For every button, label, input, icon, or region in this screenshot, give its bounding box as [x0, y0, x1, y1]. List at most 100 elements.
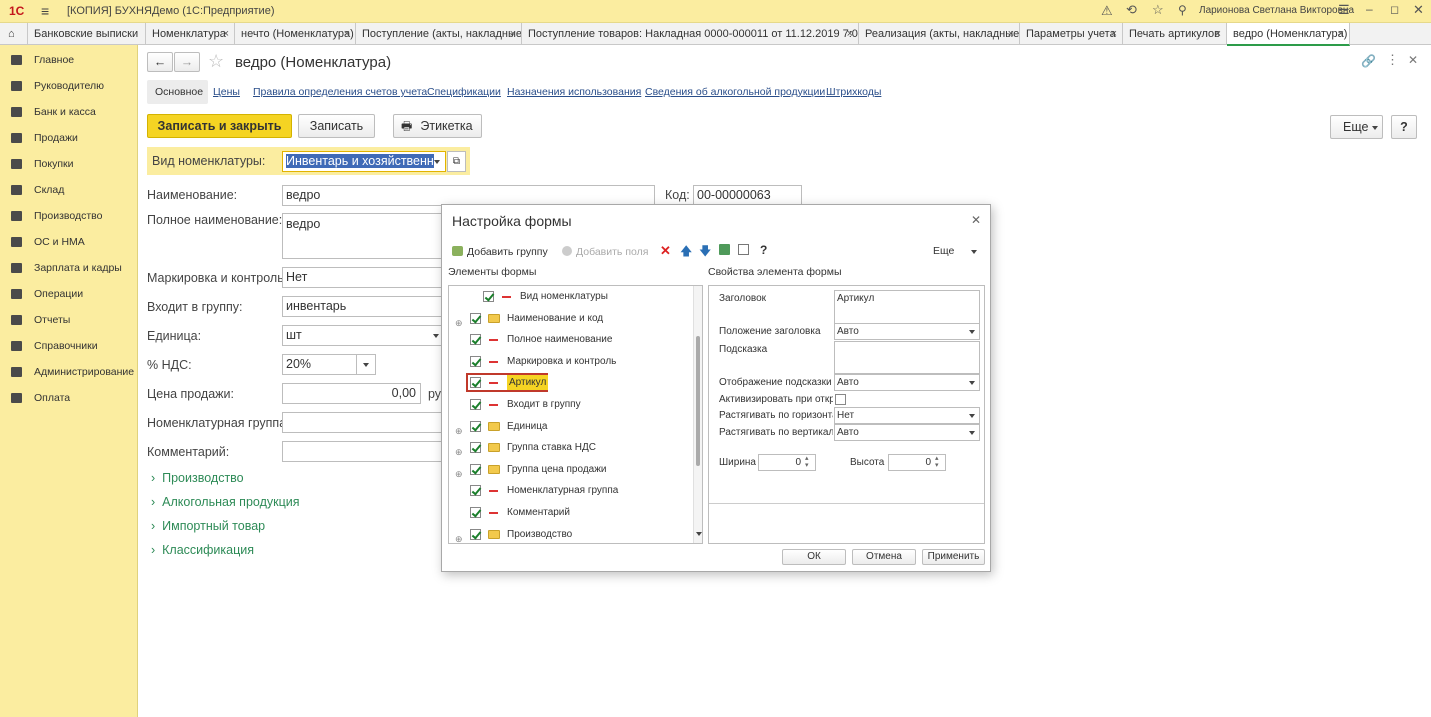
dialog-more-button[interactable]: Еще	[933, 245, 954, 257]
sidebar-item-reports[interactable]: Отчеты	[0, 309, 138, 331]
dialog-help-button[interactable]: ?	[760, 243, 767, 257]
link-icon[interactable]: 🔗	[1361, 54, 1376, 68]
tab-vedro[interactable]: ведро (Номенклатура) ×	[1227, 23, 1350, 46]
chevron-down-icon[interactable]	[969, 414, 975, 418]
visible-checkbox[interactable]	[470, 463, 481, 475]
code-input[interactable]: 00-00000063	[693, 185, 802, 206]
more-button[interactable]: Еще	[1330, 115, 1383, 139]
expand-icon[interactable]: ⊕	[455, 529, 463, 543]
cancel-button[interactable]: Отмена	[852, 549, 916, 565]
back-button[interactable]: ←	[147, 52, 173, 72]
tab-accounting-params[interactable]: Параметры учета ×	[1020, 23, 1123, 45]
label-button[interactable]: 🖶 Этикетка	[393, 114, 482, 138]
apply-button[interactable]: Применить	[922, 549, 985, 565]
tab-sales[interactable]: Реализация (акты, накладные) ×	[859, 23, 1020, 45]
chevron-down-icon[interactable]	[969, 431, 975, 435]
visible-checkbox[interactable]	[470, 442, 481, 454]
tree-row[interactable]: ⊕ Группа цена продажи	[449, 459, 689, 480]
close-tab-icon[interactable]: ×	[223, 23, 229, 45]
tab-print-articles[interactable]: Печать артикулов ×	[1123, 23, 1227, 45]
tree-row[interactable]: Номенклатурная группа	[449, 480, 689, 501]
unit-dropdown-icon[interactable]	[433, 334, 439, 338]
sidebar-item-sales[interactable]: Продажи	[0, 127, 138, 149]
heading-pos-select[interactable]: Авто	[834, 323, 980, 340]
user-name[interactable]: Ларионова Светлана Викторовна	[1199, 5, 1354, 16]
unit-input[interactable]: шт	[282, 325, 444, 346]
open-icon[interactable]: ⧉	[447, 151, 466, 172]
close-tab-icon[interactable]: ×	[847, 23, 853, 45]
group-import[interactable]: › Импортный товар	[151, 519, 265, 533]
tab-main[interactable]: Основное	[155, 86, 203, 98]
vat-dropdown[interactable]	[356, 354, 376, 375]
tree-row[interactable]: Входит в группу	[449, 394, 689, 415]
delete-icon[interactable]: ✕	[660, 243, 671, 259]
maximize-icon[interactable]: ◻	[1390, 3, 1399, 16]
add-group-button[interactable]: Добавить группу	[467, 246, 548, 258]
hint-display-select[interactable]: Авто	[834, 374, 980, 391]
tree-row[interactable]: Полное наименование	[449, 329, 689, 350]
nomgroup-input[interactable]	[282, 412, 444, 433]
sidebar-item-directories[interactable]: Справочники	[0, 335, 138, 357]
search-icon[interactable]: ⚲	[1178, 3, 1187, 17]
tree-row[interactable]: ⊕ Группа ставка НДС	[449, 437, 689, 458]
group-input[interactable]: инвентарь	[282, 296, 444, 317]
comment-input[interactable]	[282, 441, 444, 462]
scroll-thumb[interactable]	[696, 336, 700, 466]
tab-bank-statements[interactable]: Банковские выписки	[28, 23, 146, 45]
add-fields-button[interactable]: Добавить поля	[576, 246, 648, 258]
chevron-down-icon[interactable]	[971, 250, 977, 254]
tab-prices[interactable]: Цены	[213, 86, 240, 98]
visible-checkbox[interactable]	[470, 420, 481, 432]
sidebar-item-production[interactable]: Производство	[0, 205, 138, 227]
minimize-icon[interactable]: –	[1366, 2, 1373, 16]
bell-icon[interactable]: ⚠	[1101, 3, 1113, 19]
price-input[interactable]: 0,00	[282, 383, 421, 404]
width-stepper-icon[interactable]: ▴ ▾	[805, 455, 809, 469]
close-tab-icon[interactable]: ×	[510, 23, 516, 45]
sidebar-item-bank[interactable]: Банк и касса	[0, 101, 138, 123]
save-button[interactable]: Записать	[298, 114, 375, 138]
tree-row[interactable]: Маркировка и контроль	[449, 351, 689, 372]
sidebar-item-purchases[interactable]: Покупки	[0, 153, 138, 175]
move-down-icon[interactable]: 🡇	[699, 242, 711, 263]
more-vertical-icon[interactable]: ⋮	[1386, 52, 1399, 68]
settings-icon[interactable]: ☰	[1338, 2, 1350, 18]
tree-row[interactable]: Артикул	[449, 372, 689, 393]
copy-icon[interactable]	[738, 244, 749, 255]
stretch-h-select[interactable]: Нет	[834, 407, 980, 424]
sidebar-item-main[interactable]: Главное	[0, 49, 138, 71]
tree-row[interactable]: ⊕ Производство	[449, 524, 689, 543]
visible-checkbox[interactable]	[470, 507, 481, 518]
close-form-icon[interactable]: ✕	[1408, 53, 1418, 67]
close-tab-icon[interactable]: ×	[1008, 23, 1014, 45]
height-stepper-icon[interactable]: ▴ ▾	[935, 455, 939, 469]
tree-scrollbar[interactable]	[693, 286, 702, 543]
sidebar-item-operations[interactable]: Операции	[0, 283, 138, 305]
visible-checkbox[interactable]	[470, 399, 481, 410]
fullname-input[interactable]: ведро	[282, 213, 444, 259]
sidebar-item-payment[interactable]: Оплата	[0, 387, 138, 409]
scroll-down-icon[interactable]	[696, 532, 702, 536]
tab-barcodes[interactable]: Штрихкоды	[826, 86, 881, 98]
star-icon[interactable]: ☆	[1152, 2, 1164, 18]
tree-row[interactable]: Комментарий	[449, 502, 689, 523]
save-close-button[interactable]: Записать и закрыть	[147, 114, 292, 138]
visible-checkbox[interactable]	[470, 485, 481, 497]
close-tab-icon[interactable]: ×	[1338, 23, 1344, 44]
move-up-icon[interactable]: 🡅	[680, 242, 692, 263]
group-classification[interactable]: › Классификация	[151, 543, 254, 557]
visible-checkbox[interactable]	[470, 355, 481, 367]
group-production[interactable]: › Производство	[151, 471, 244, 485]
tree-row[interactable]: ⊕ Единица	[449, 416, 689, 437]
sidebar-item-admin[interactable]: Администрирование	[0, 361, 138, 383]
tree-row[interactable]: ⊕ Наименование и код	[449, 308, 689, 329]
restore-icon[interactable]	[719, 244, 730, 255]
stretch-v-select[interactable]: Авто	[834, 424, 980, 441]
visible-checkbox[interactable]	[470, 528, 481, 540]
menu-icon[interactable]: ≡	[41, 3, 49, 19]
sidebar-item-salary[interactable]: Зарплата и кадры	[0, 257, 138, 279]
marking-select[interactable]: Нет	[282, 267, 444, 288]
hint-input[interactable]	[834, 341, 980, 374]
favorite-star-icon[interactable]: ☆	[208, 51, 224, 72]
ok-button[interactable]: ОК	[782, 549, 846, 565]
